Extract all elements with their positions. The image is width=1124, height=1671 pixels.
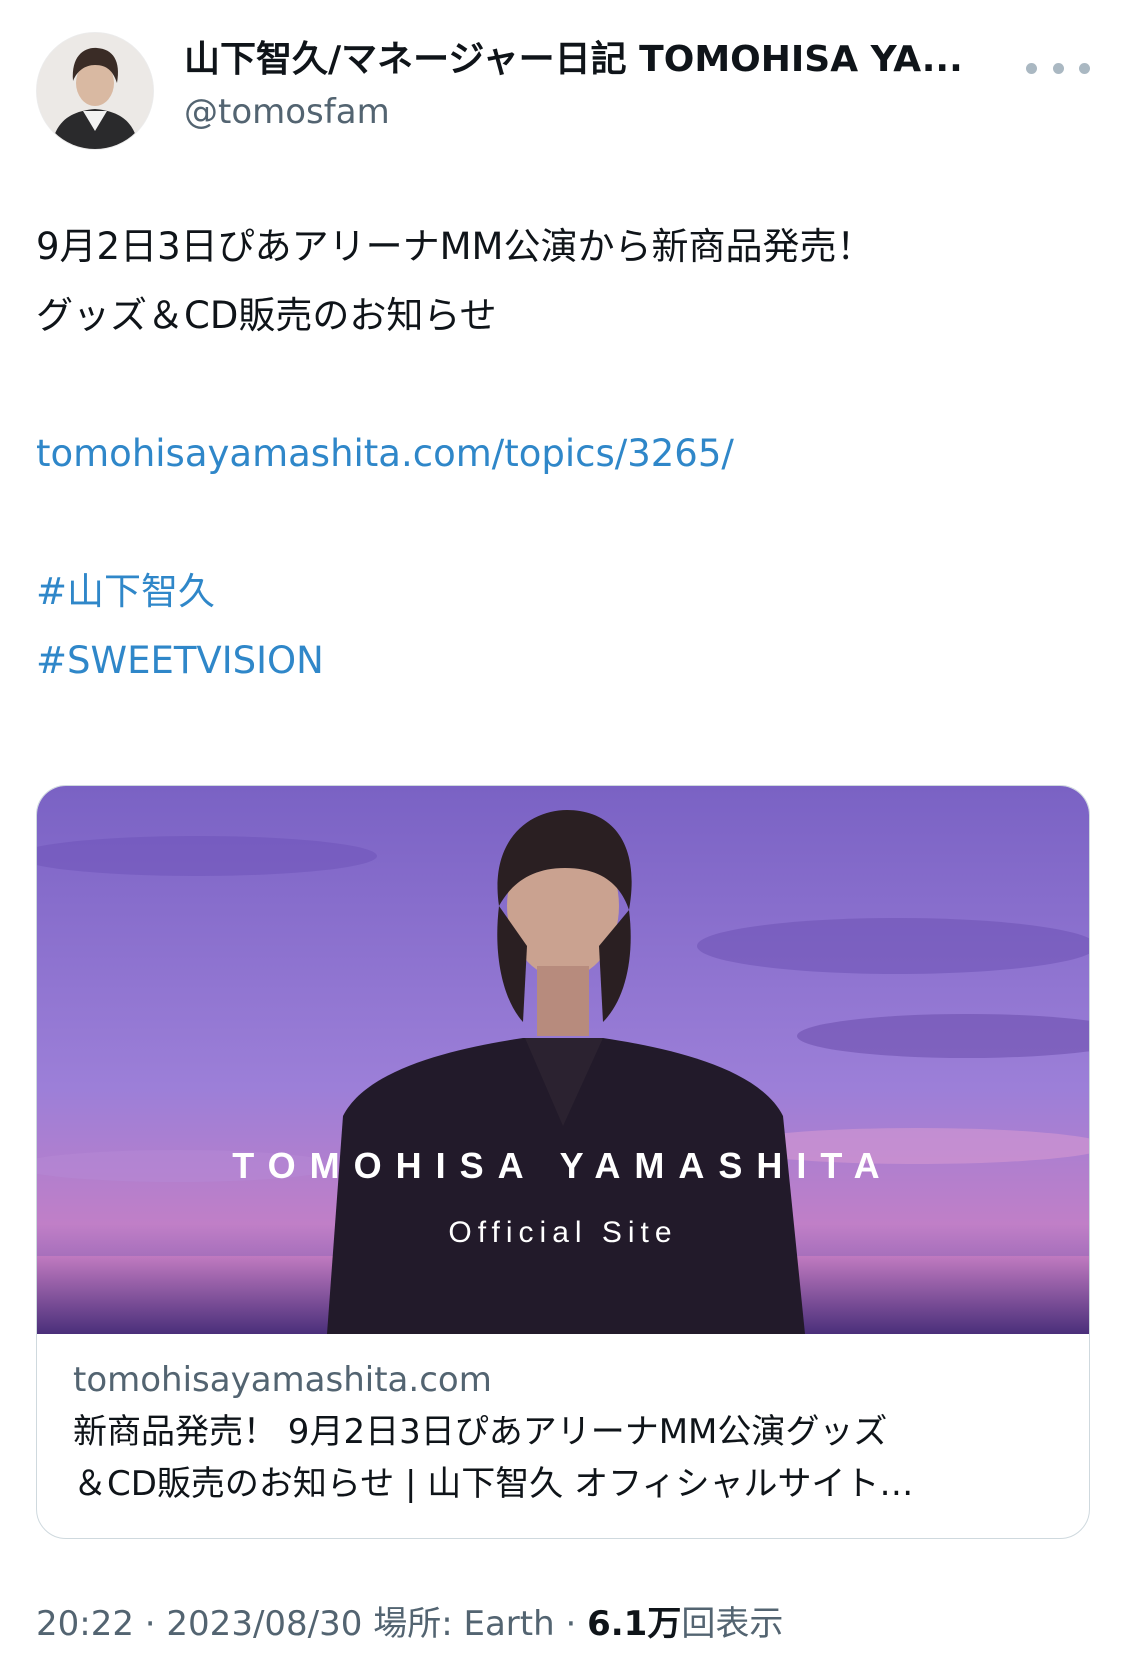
tweet-date[interactable]: 2023/08/30 xyxy=(166,1604,362,1644)
card-image-subtitle: Official Site xyxy=(448,1216,677,1249)
tweet-line: グッズ＆CD販売のお知らせ xyxy=(36,294,497,337)
tweet-time[interactable]: 20:22 xyxy=(36,1604,134,1644)
tweet-location: 場所: Earth xyxy=(373,1604,555,1644)
tweet-header: 山下智久/マネージャー日記 TOMOHISA YA... @tomosfam xyxy=(34,30,1090,150)
avatar[interactable] xyxy=(36,32,154,150)
view-count[interactable]: 6.1万 xyxy=(587,1604,681,1644)
link-preview-card[interactable]: TOMOHISA YAMASHITA Official Site tomohis… xyxy=(36,785,1090,1539)
card-title-line: 新商品発売！ 9月2日3日ぴあアリーナMM公演グッズ xyxy=(73,1412,888,1452)
author-handle[interactable]: @tomosfam xyxy=(184,88,390,136)
tweet-text: 9月2日3日ぴあアリーナMM公演から新商品発売！ グッズ＆CD販売のお知らせ t… xyxy=(36,212,1096,695)
card-text: tomohisayamashita.com 新商品発売！ 9月2日3日ぴあアリー… xyxy=(73,1354,1063,1510)
separator-dot: · xyxy=(144,1604,167,1644)
tweet-link[interactable]: tomohisayamashita.com/topics/3265/ xyxy=(36,419,1096,488)
card-image-title: TOMOHISA YAMASHITA xyxy=(232,1145,893,1186)
hashtag-link[interactable]: #山下智久 xyxy=(36,557,1096,626)
card-title-line: ＆CD販売のお知らせ | 山下智久 オフィシャルサイト… xyxy=(73,1464,914,1504)
author-name[interactable]: 山下智久/マネージャー日記 TOMOHISA YA... xyxy=(184,36,1044,84)
tweet-meta: 20:22 · 2023/08/30 場所: Earth · 6.1万回表示 xyxy=(36,1600,1096,1648)
view-label: 回表示 xyxy=(681,1604,784,1644)
tweet-line: 9月2日3日ぴあアリーナMM公演から新商品発売！ xyxy=(36,225,874,268)
card-domain: tomohisayamashita.com xyxy=(73,1360,492,1400)
hashtag-link[interactable]: #SWEETVISION xyxy=(36,626,1096,695)
card-image: TOMOHISA YAMASHITA Official Site xyxy=(37,786,1089,1334)
separator-dot: · xyxy=(565,1604,588,1644)
more-dots-icon[interactable] xyxy=(1026,48,1090,88)
